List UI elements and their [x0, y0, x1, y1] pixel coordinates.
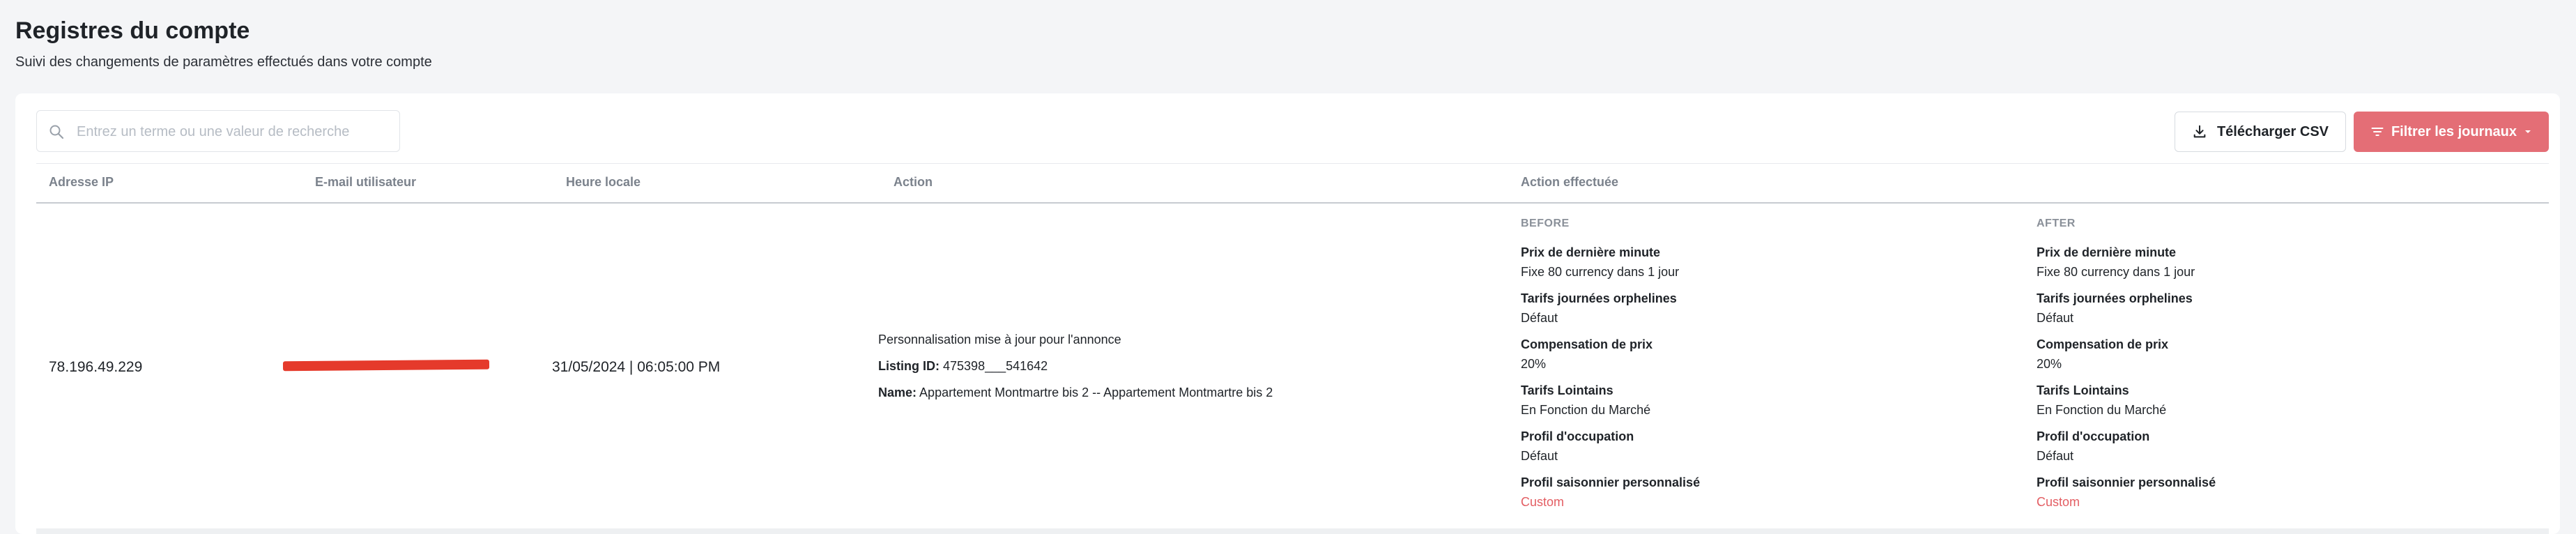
- before-field: Compensation de prix 20%: [1521, 336, 1653, 372]
- field-label: Profil d'occupation: [2037, 429, 2150, 443]
- column-header-local-time[interactable]: Heure locale: [566, 175, 641, 190]
- after-field: Profil d'occupation Défaut: [2037, 428, 2149, 464]
- column-header-ip[interactable]: Adresse IP: [49, 175, 114, 190]
- column-header-email[interactable]: E-mail utilisateur: [315, 175, 416, 190]
- before-field: Tarifs Lointains En Fonction du Marché: [1521, 382, 1650, 418]
- field-label: Profil saisonnier personnalisé: [2037, 475, 2216, 489]
- table-header: Adresse IP E-mail utilisateur Heure loca…: [36, 163, 2549, 204]
- column-header-action-done[interactable]: Action effectuée: [1521, 175, 1618, 190]
- field-value: En Fonction du Marché: [2037, 403, 2167, 417]
- field-label: Prix de dernière minute: [1521, 245, 1661, 259]
- listing-name-label: Name:: [878, 386, 917, 399]
- field-label: Tarifs Lointains: [2037, 383, 2129, 397]
- field-label: Tarifs Lointains: [1521, 383, 1613, 397]
- column-header-action[interactable]: Action: [894, 175, 933, 190]
- field-label: Compensation de prix: [1521, 337, 1653, 351]
- logs-card: Télécharger CSV Filtrer les journaux Adr…: [15, 93, 2560, 534]
- field-value: Défaut: [1521, 449, 1558, 463]
- after-field: Compensation de prix 20%: [2037, 336, 2168, 372]
- after-field: Prix de dernière minute Fixe 80 currency …: [2037, 244, 2195, 280]
- field-value: Défaut: [1521, 311, 1558, 325]
- field-label: Prix de dernière minute: [2037, 245, 2177, 259]
- field-value: En Fonction du Marché: [1521, 403, 1651, 417]
- field-label: Profil saisonnier personnalisé: [1521, 475, 1701, 489]
- before-field: Profil d'occupation Défaut: [1521, 428, 1634, 464]
- download-csv-button[interactable]: Télécharger CSV: [2175, 112, 2346, 152]
- chevron-down-icon: [2525, 130, 2531, 133]
- field-value: 20%: [1521, 357, 1547, 371]
- field-value: Défaut: [2037, 311, 2074, 325]
- listing-name-value: Appartement Montmartre bis 2 -- Appartem…: [919, 386, 1273, 399]
- before-field: Prix de dernière minute Fixe 80 currency …: [1521, 244, 1679, 280]
- field-value: Défaut: [2037, 449, 2074, 463]
- after-field: Profil saisonnier personnalisé Custom: [2037, 474, 2216, 510]
- field-value: Custom: [2037, 495, 2080, 509]
- search-input[interactable]: [75, 111, 395, 153]
- filter-logs-button[interactable]: Filtrer les journaux: [2354, 112, 2549, 152]
- row-divider: [36, 528, 2549, 534]
- field-value: Fixe 80 currency dans 1 jour: [2037, 265, 2195, 279]
- after-heading: AFTER: [2037, 218, 2076, 229]
- listing-id-value: 475398___541642: [943, 359, 1048, 373]
- after-field: Tarifs journées orphelines Défaut: [2037, 290, 2193, 326]
- field-label: Tarifs journées orphelines: [1521, 291, 1677, 305]
- filter-icon: [2371, 128, 2384, 136]
- ip-address: 78.196.49.229: [49, 359, 143, 375]
- field-value: 20%: [2037, 357, 2062, 371]
- filter-logs-label: Filtrer les journaux: [2391, 123, 2517, 139]
- before-field: Tarifs journées orphelines Défaut: [1521, 290, 1677, 326]
- field-label: Compensation de prix: [2037, 337, 2169, 351]
- field-value: Custom: [1521, 495, 1565, 509]
- action-title: Personnalisation mise à jour pour l'anno…: [878, 333, 1121, 346]
- download-csv-label: Télécharger CSV: [2216, 123, 2329, 139]
- page-header: Registres du compte Suivi des changement…: [15, 14, 432, 70]
- email-redaction: [282, 359, 490, 372]
- field-label: Tarifs journées orphelines: [2037, 291, 2193, 305]
- search-icon: [49, 125, 64, 139]
- listing-id-label: Listing ID:: [878, 359, 940, 373]
- page-title: Registres du compte: [15, 17, 250, 44]
- download-icon: [2193, 125, 2206, 138]
- field-value: Fixe 80 currency dans 1 jour: [1521, 265, 1680, 279]
- local-time: 31/05/2024 | 06:05:00 PM: [552, 359, 721, 375]
- before-field: Profil saisonnier personnalisé Custom: [1521, 474, 1700, 510]
- field-label: Profil d'occupation: [1521, 429, 1634, 443]
- page-subtitle: Suivi des changements de paramètres effe…: [15, 54, 432, 70]
- after-field: Tarifs Lointains En Fonction du Marché: [2037, 382, 2166, 418]
- before-heading: BEFORE: [1521, 218, 1570, 229]
- search-box[interactable]: [36, 110, 400, 153]
- action-listing-name: Name: Appartement Montmartre bis 2 -- Ap…: [878, 386, 1273, 400]
- action-listing-id: Listing ID: 475398___541642: [878, 359, 1048, 374]
